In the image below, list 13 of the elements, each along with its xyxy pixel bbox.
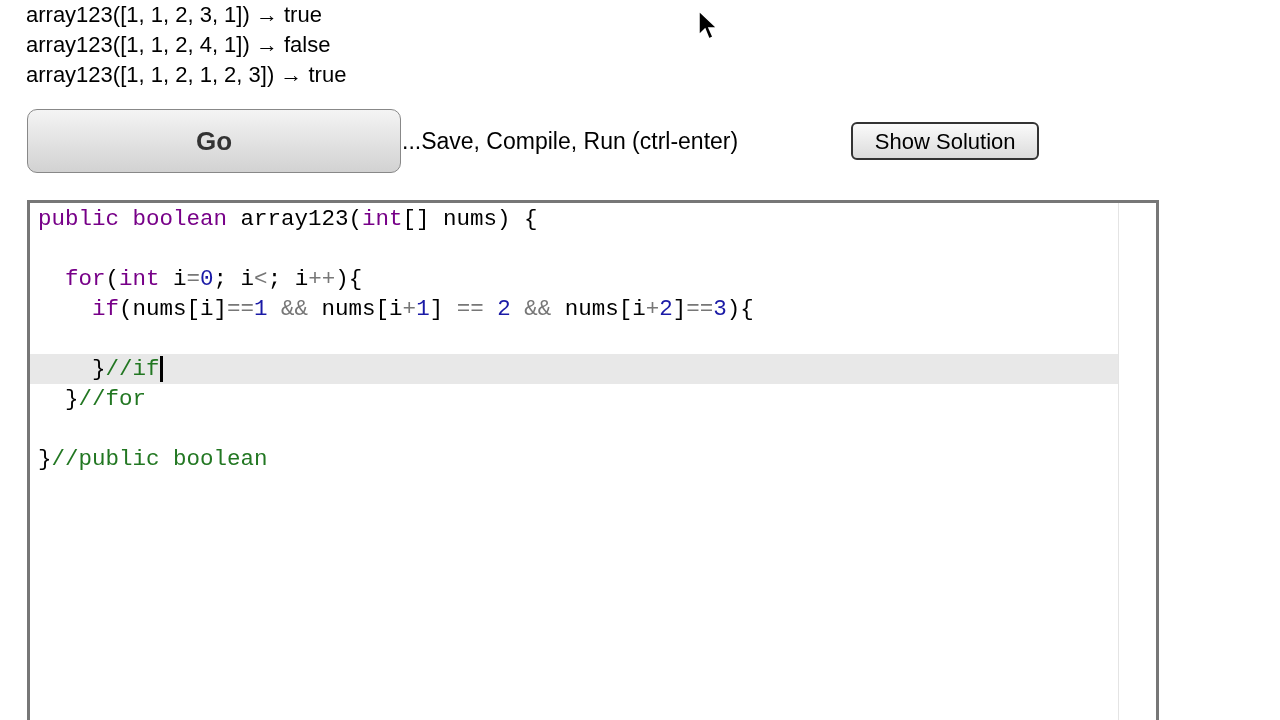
code-line: if(nums[i]==1 && nums[i+1] == 2 && nums[i+2]==3){ bbox=[91, 295, 755, 324]
code-line: }//for bbox=[64, 385, 148, 414]
code-editor[interactable]: public boolean array123(int[] nums) { for(int i=0; i<; i++){ if(nums[i]==1 && nums[i+1] == 2 && nums[i+2]==3){ }//if }//for }//public boolean bbox=[27, 200, 1159, 720]
example-text: array123([1, 1, 2, 4, 1]) → false bbox=[26, 31, 331, 59]
example-text: array123([1, 1, 2, 1, 2, 3]) → true bbox=[26, 61, 347, 89]
go-button[interactable]: Go bbox=[27, 109, 401, 173]
run-hint: ...Save, Compile, Run (ctrl-enter) bbox=[402, 126, 739, 156]
code-line: public boolean array123(int[] nums) { bbox=[37, 205, 539, 234]
show-solution-button[interactable]: Show Solution bbox=[851, 122, 1040, 160]
text-cursor bbox=[159, 356, 163, 382]
code-line: }//public boolean bbox=[37, 445, 269, 474]
example-text: array123([1, 1, 2, 3, 1]) → true bbox=[26, 1, 322, 29]
code-line: for(int i=0; i<; i++){ bbox=[64, 265, 364, 294]
